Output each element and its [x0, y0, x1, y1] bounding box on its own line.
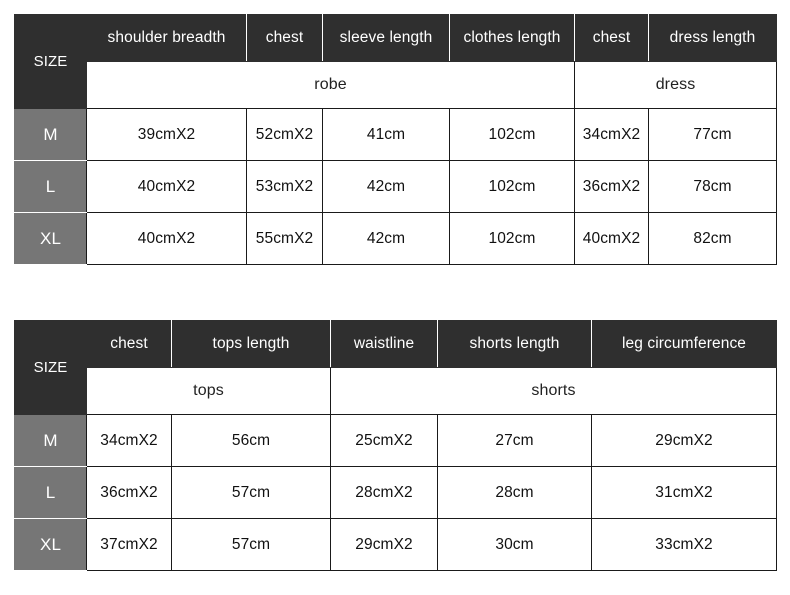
cell-tops-length-m: 56cm: [171, 414, 331, 467]
table-row: XL 37cmX2 57cm 29cmX2 30cm 33cmX2: [14, 518, 777, 571]
group-row: tops shorts: [15, 367, 777, 415]
size-table-robe-dress: SIZE shoulder breadth chest sleeve lengt…: [14, 14, 777, 265]
cell-sleeve-length-m: 41cm: [322, 108, 450, 161]
table-row: XL 40cmX2 55cmX2 42cm 102cm 40cmX2 82cm: [14, 212, 777, 265]
size-label-xl: XL: [14, 212, 87, 265]
cell-chest-dress-l: 36cmX2: [574, 160, 649, 213]
size-label-l: L: [14, 160, 87, 213]
cell-leg-circumference-xl: 33cmX2: [591, 518, 777, 571]
size-chart-sheet: SIZE shoulder breadth chest sleeve lengt…: [0, 0, 790, 595]
cell-chest-tops-xl: 37cmX2: [86, 518, 172, 571]
cell-chest-tops-l: 36cmX2: [86, 466, 172, 519]
size-header-cell: SIZE: [14, 14, 87, 109]
column-header-clothes-length: clothes length: [449, 14, 575, 62]
cell-shoulder-breadth-xl: 40cmX2: [86, 212, 247, 265]
cell-dress-length-m: 77cm: [648, 108, 777, 161]
header-row: SIZE shoulder breadth chest sleeve lengt…: [14, 14, 777, 109]
size-label-xl: XL: [14, 518, 87, 571]
column-header-chest-robe: chest: [246, 14, 323, 62]
size-table-tops-shorts: SIZE chest tops length waistline shorts …: [14, 320, 777, 571]
size-label-l: L: [14, 466, 87, 519]
size-label-m: M: [14, 414, 87, 467]
column-header-sleeve-length: sleeve length: [322, 14, 450, 62]
table-row: L 40cmX2 53cmX2 42cm 102cm 36cmX2 78cm: [14, 160, 777, 213]
column-header-chest-tops: chest: [86, 320, 172, 368]
cell-sleeve-length-xl: 42cm: [322, 212, 450, 265]
column-header-tops-length: tops length: [171, 320, 331, 368]
cell-clothes-length-m: 102cm: [449, 108, 575, 161]
group-row: robe dress: [15, 61, 777, 109]
group-label-tops: tops: [86, 367, 331, 415]
column-header-dress-length: dress length: [648, 14, 777, 62]
cell-tops-length-l: 57cm: [171, 466, 331, 519]
cell-chest-dress-xl: 40cmX2: [574, 212, 649, 265]
cell-waistline-m: 25cmX2: [330, 414, 438, 467]
table-row: M 39cmX2 52cmX2 41cm 102cm 34cmX2 77cm: [14, 108, 777, 161]
table-row: L 36cmX2 57cm 28cmX2 28cm 31cmX2: [14, 466, 777, 519]
cell-waistline-xl: 29cmX2: [330, 518, 438, 571]
size-header-cell: SIZE: [14, 320, 87, 415]
cell-tops-length-xl: 57cm: [171, 518, 331, 571]
column-header-shoulder-breadth: shoulder breadth: [86, 14, 247, 62]
cell-chest-robe-xl: 55cmX2: [246, 212, 323, 265]
group-label-dress: dress: [574, 61, 777, 109]
cell-clothes-length-l: 102cm: [449, 160, 575, 213]
cell-shoulder-breadth-l: 40cmX2: [86, 160, 247, 213]
column-header-leg-circumference: leg circumference: [591, 320, 777, 368]
cell-chest-dress-m: 34cmX2: [574, 108, 649, 161]
column-header-waistline: waistline: [330, 320, 438, 368]
column-header-shorts-length: shorts length: [437, 320, 592, 368]
group-label-robe: robe: [86, 61, 575, 109]
cell-shorts-length-xl: 30cm: [437, 518, 592, 571]
table-row: M 34cmX2 56cm 25cmX2 27cm 29cmX2: [14, 414, 777, 467]
cell-sleeve-length-l: 42cm: [322, 160, 450, 213]
cell-chest-robe-l: 53cmX2: [246, 160, 323, 213]
cell-shorts-length-l: 28cm: [437, 466, 592, 519]
cell-leg-circumference-m: 29cmX2: [591, 414, 777, 467]
cell-waistline-l: 28cmX2: [330, 466, 438, 519]
cell-shorts-length-m: 27cm: [437, 414, 592, 467]
cell-chest-tops-m: 34cmX2: [86, 414, 172, 467]
cell-leg-circumference-l: 31cmX2: [591, 466, 777, 519]
group-label-shorts: shorts: [330, 367, 777, 415]
size-label-m: M: [14, 108, 87, 161]
cell-shoulder-breadth-m: 39cmX2: [86, 108, 247, 161]
header-row: SIZE chest tops length waistline shorts …: [14, 320, 777, 415]
cell-clothes-length-xl: 102cm: [449, 212, 575, 265]
cell-chest-robe-m: 52cmX2: [246, 108, 323, 161]
column-header-chest-dress: chest: [574, 14, 649, 62]
cell-dress-length-xl: 82cm: [648, 212, 777, 265]
cell-dress-length-l: 78cm: [648, 160, 777, 213]
